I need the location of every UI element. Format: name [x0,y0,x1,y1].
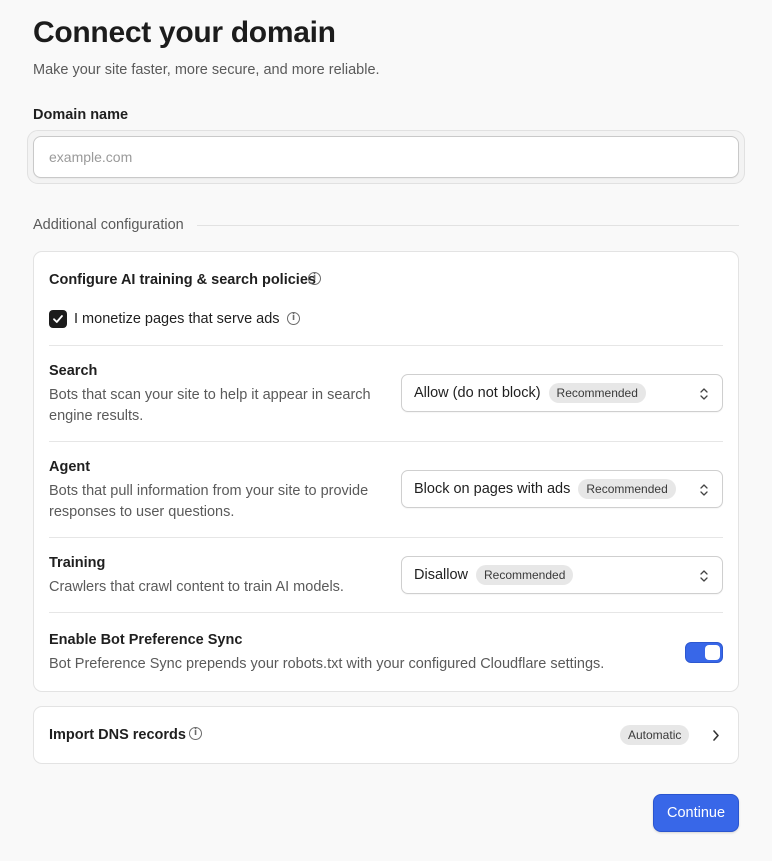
page-subtitle: Make your site faster, more secure, and … [33,62,380,78]
ai-policies-card: Configure AI training & search policies … [33,251,739,692]
recommended-badge: Recommended [578,479,676,499]
import-dns-title: Import DNS records [49,727,186,743]
domain-name-input[interactable] [33,136,739,178]
monetize-checkbox[interactable] [49,310,67,328]
search-row-description: Bots that scan your site to help it appe… [49,387,371,424]
select-value: Block on pages with ads [414,481,571,497]
automatic-badge: Automatic [620,725,690,745]
recommended-badge: Recommended [548,383,646,403]
bot-sync-title: Enable Bot Preference Sync [49,632,243,648]
chevron-up-down-icon [700,570,708,582]
divider [49,345,723,346]
info-icon[interactable]: i [308,272,321,285]
training-policy-select[interactable]: Disallow Recommended [401,556,723,594]
import-dns-card[interactable]: Import DNS records i Automatic [33,706,739,764]
domain-name-label: Domain name [33,107,129,123]
additional-configuration-heading: Additional configuration [33,217,192,233]
chevron-up-down-icon [700,484,708,496]
search-policy-select[interactable]: Allow (do not block) Recommended [401,374,723,412]
info-icon[interactable]: i [287,312,300,325]
bot-sync-description: Bot Preference Sync prepends your robots… [49,656,605,672]
monetize-label[interactable]: I monetize pages that serve ads [74,311,280,327]
agent-row-description: Bots that pull information from your sit… [49,483,369,520]
chevron-up-down-icon [700,388,708,400]
ai-policies-title: Configure AI training & search policies [49,272,316,288]
divider [49,537,723,538]
section-divider [197,225,739,226]
bot-sync-toggle[interactable] [685,642,723,663]
toggle-knob [705,645,720,660]
search-row-title: Search [49,363,98,379]
info-icon[interactable]: i [189,727,202,740]
divider [49,612,723,613]
recommended-badge: Recommended [476,565,574,585]
training-row-description: Crawlers that crawl content to train AI … [49,579,344,595]
divider [49,441,723,442]
agent-policy-select[interactable]: Block on pages with ads Recommended [401,470,723,508]
select-value: Allow (do not block) [414,385,541,401]
page-title: Connect your domain [33,16,336,49]
continue-button[interactable]: Continue [653,794,739,832]
training-row-title: Training [49,555,106,571]
chevron-right-icon[interactable] [712,729,720,742]
checkmark-icon [53,315,63,323]
select-value: Disallow [414,567,468,583]
agent-row-title: Agent [49,459,91,475]
